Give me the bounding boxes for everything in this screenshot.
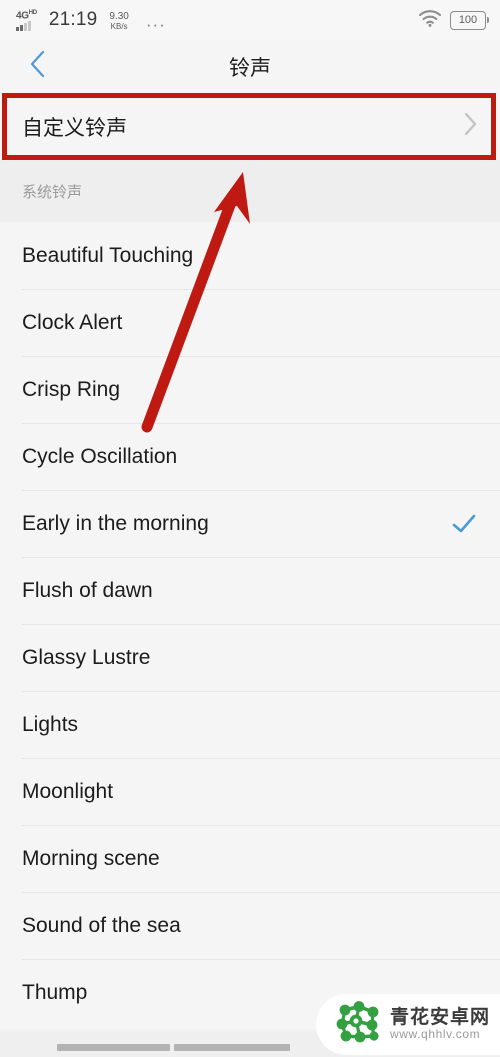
list-item-selected[interactable]: Early in the morning [0, 490, 500, 557]
ringtone-name: Early in the morning [22, 511, 209, 535]
list-item[interactable]: Sound of the sea [0, 892, 500, 959]
watermark-site-name: 青花安卓网 [389, 1007, 490, 1029]
list-item[interactable]: Clock Alert [0, 289, 500, 356]
status-bar-clock: 21:19 [48, 9, 98, 30]
status-bar-left: 4GHD 21:19 9.30 KB/s ··· [16, 9, 166, 35]
status-bar-right: 100 [418, 9, 489, 32]
ringtone-name: Cycle Oscillation [22, 444, 178, 468]
battery-level-label: 100 [458, 14, 478, 26]
nav-pill-right[interactable] [174, 1044, 290, 1051]
page-title: 铃声 [229, 56, 271, 80]
list-item[interactable]: Cycle Oscillation [0, 423, 500, 490]
section-header-label: 系统铃声 [22, 183, 83, 201]
check-icon [450, 512, 478, 536]
status-bar: 4GHD 21:19 9.30 KB/s ··· 100 [0, 0, 500, 40]
section-header-system-ringtones: 系统铃声 [0, 160, 500, 222]
chevron-right-icon [462, 111, 478, 142]
ringtone-name: Glassy Lustre [22, 645, 151, 669]
battery-icon: 100 [450, 10, 489, 30]
custom-ringtone-row[interactable]: 自定义铃声 [0, 93, 500, 160]
ringtone-name: Morning scene [22, 846, 160, 870]
network-speed-unit: KB/s [110, 21, 128, 31]
ringtone-name: Crisp Ring [22, 377, 121, 401]
list-item[interactable]: Beautiful Touching [0, 222, 500, 289]
back-chevron-icon [29, 49, 47, 84]
custom-ringtone-label: 自定义铃声 [22, 116, 127, 140]
watermark-site-url: www.qhhlv.com [389, 1027, 481, 1042]
cellular-signal-icon: 4GHD [16, 10, 37, 31]
phone-screen: 4GHD 21:19 9.30 KB/s ··· 100 铃声 自定义铃声 系统… [0, 0, 500, 1057]
network-suffix-label: HD [28, 9, 37, 16]
watermark-text: 青花安卓网 www.qhhlv.com [390, 1008, 490, 1041]
network-speed-indicator: 9.30 KB/s [109, 12, 128, 31]
list-item[interactable]: Crisp Ring [0, 356, 500, 423]
ringtone-name: Lights [22, 712, 79, 736]
overflow-dots-icon: ··· [145, 15, 166, 35]
molecule-logo-icon [336, 1001, 382, 1048]
list-item[interactable]: Moonlight [0, 758, 500, 825]
network-type-label: 4G [16, 10, 29, 21]
list-item[interactable]: Morning scene [0, 825, 500, 892]
ringtone-name: Clock Alert [22, 310, 123, 334]
title-bar: 铃声 [0, 40, 500, 93]
nav-pill-left[interactable] [57, 1044, 170, 1051]
wifi-icon [418, 9, 442, 32]
list-item[interactable]: Glassy Lustre [0, 624, 500, 691]
signal-bars-icon [16, 21, 31, 31]
ringtone-name: Flush of dawn [22, 578, 153, 602]
ringtone-list: Beautiful Touching Clock Alert Crisp Rin… [0, 222, 500, 1026]
ringtone-name: Sound of the sea [22, 913, 181, 937]
list-item[interactable]: Lights [0, 691, 500, 758]
back-button[interactable] [18, 46, 58, 86]
watermark: 青花安卓网 www.qhhlv.com [315, 994, 500, 1055]
ringtone-name: Beautiful Touching [22, 243, 194, 267]
ringtone-name: Thump [22, 980, 88, 1004]
ringtone-name: Moonlight [22, 779, 114, 803]
list-item[interactable]: Flush of dawn [0, 557, 500, 624]
